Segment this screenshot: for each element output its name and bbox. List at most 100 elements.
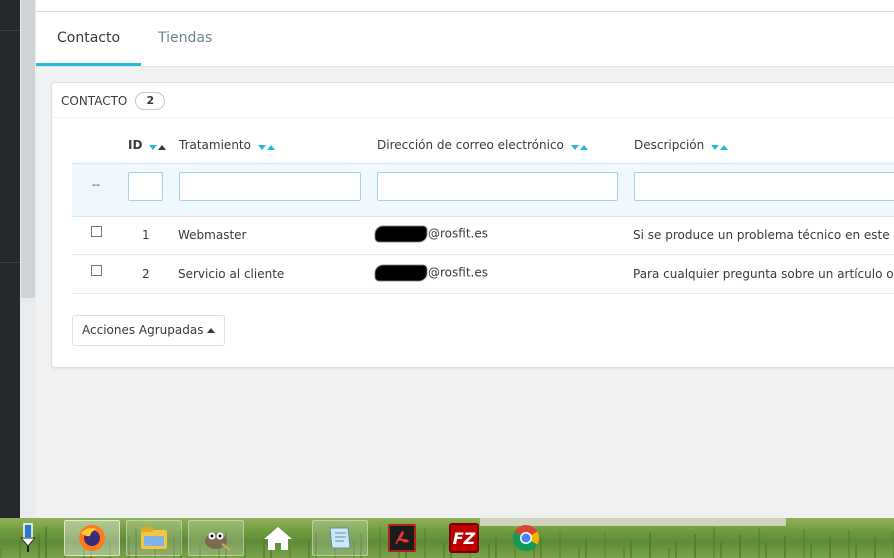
cell-id: 1 [142,228,150,242]
grass-decoration [630,540,632,558]
column-header-email: Dirección de correo electrónico [377,138,588,153]
grass-decoration [0,548,2,558]
cell-tratamiento: Servicio al cliente [178,267,285,281]
row-checkbox[interactable] [91,265,102,276]
cell-email: @rosfit.es [375,265,488,281]
gimp-icon [205,532,231,551]
nav-separator [0,262,20,263]
column-header-id: ID [128,138,167,153]
grass-decoration [784,536,786,558]
grass-decoration [495,537,497,558]
grass-decoration [765,543,767,558]
column-label: ID [128,138,143,152]
nav-separator [0,30,20,31]
grass-decoration [803,529,805,558]
redaction-mark [375,226,427,242]
taskbar-filezilla[interactable]: FZ [436,520,492,556]
column-label: Descripción [634,138,705,152]
scrollbar-thumb[interactable] [21,0,35,298]
scrollbar[interactable] [20,0,36,518]
grass-decoration [604,532,606,558]
sort-asc-icon[interactable] [266,144,275,150]
grass-decoration [649,533,651,558]
taskbar-pin[interactable] [4,520,52,556]
tab-tiendas[interactable]: Tiendas [137,12,233,65]
home-icon [264,527,292,550]
tab-contacto[interactable]: Contacto [36,12,142,66]
email-domain: @rosfit.es [428,226,488,241]
divider [52,117,894,118]
grass-decoration [668,548,670,558]
notepad-icon [329,527,351,549]
panel-title: CONTACTO [61,94,128,108]
chrome-icon [512,524,540,552]
column-header-descripcion: Descripción [634,138,729,153]
column-label: Dirección de correo electrónico [377,138,564,152]
sort-controls [570,139,588,153]
filter-placeholder: -- [92,178,100,191]
record-count-badge: 2 [135,92,166,110]
grass-decoration [585,539,587,558]
grass-decoration [308,540,310,558]
bulk-actions-button[interactable]: Acciones Agrupadas [72,315,226,346]
taskbar-acrobat[interactable] [374,520,430,556]
grass-decoration [713,527,715,558]
cell-email: @rosfit.es [375,226,488,242]
taskbar-firefox[interactable] [64,520,120,556]
cell-tratamiento: Webmaster [178,228,247,242]
taskbar-notepad[interactable] [312,520,368,556]
taskbar-chrome[interactable] [498,520,554,556]
taskbar-file-explorer[interactable] [126,520,182,556]
grass-decoration [720,542,722,558]
grass-decoration [244,546,246,558]
grass-decoration [559,531,561,558]
sort-controls [710,139,729,153]
grass-decoration [623,547,625,558]
caret-up-icon [207,328,216,333]
grass-decoration [739,535,741,558]
grass-decoration [829,537,831,558]
sort-desc-icon[interactable] [570,144,579,150]
grass-decoration [855,545,857,558]
side-nav [0,0,20,518]
grass-decoration [578,546,580,558]
filezilla-icon: FZ [449,523,479,553]
sort-asc-icon[interactable] [720,144,729,150]
taskbar-gimp[interactable] [188,520,244,556]
sort-controls [148,139,167,153]
grass-decoration [874,538,876,558]
filter-email-input[interactable] [377,172,618,201]
filter-id-input[interactable] [128,172,163,201]
column-label: Tratamiento [179,138,251,152]
column-header-tratamiento: Tratamiento [179,138,275,153]
sort-controls [257,139,275,153]
grass-decoration [694,534,696,558]
tab-bar: Contacto Tiendas [36,12,894,67]
grass-decoration [758,528,760,558]
grass-decoration [810,544,812,558]
sort-desc-icon[interactable] [149,144,158,150]
cell-descripcion: Para cualquier pregunta sobre un artícul… [633,267,894,281]
cell-id: 2 [142,267,150,281]
acrobat-icon [388,524,416,552]
bulk-actions-label: Acciones Agrupadas [82,323,204,337]
email-domain: @rosfit.es [428,265,488,280]
grass-decoration [675,541,677,558]
sort-asc-icon[interactable] [579,144,588,150]
row-checkbox[interactable] [91,226,102,237]
filter-tratamiento-input[interactable] [179,172,361,201]
pin-icon [19,523,37,552]
firefox-icon [79,525,105,551]
sort-desc-icon[interactable] [711,144,720,150]
taskbar-home[interactable] [250,520,306,556]
header-bar [36,0,894,12]
table-row[interactable]: 2 Servicio al cliente @rosfit.es Para cu… [72,255,894,294]
grass-decoration [848,530,850,558]
table-row[interactable]: 1 Webmaster @rosfit.es Si se produce un … [72,216,894,255]
sort-desc-icon[interactable] [257,144,266,150]
sort-asc-icon[interactable] [158,144,167,150]
filter-row: -- [72,163,894,217]
filter-descripcion-input[interactable] [634,172,894,201]
file-explorer-icon [141,527,167,549]
taskbar: FZ [0,518,894,558]
